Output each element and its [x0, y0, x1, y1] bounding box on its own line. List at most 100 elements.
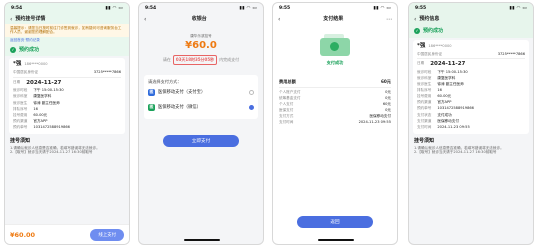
detail-key: 支付渠道	[417, 118, 432, 123]
detail-row: 挂号费用 60.00元	[417, 94, 525, 98]
detail-key: 个人账户支付	[279, 89, 301, 94]
status-success: ✓ 预约成功	[5, 43, 129, 56]
detail-value: 1031472588919866	[437, 106, 474, 111]
detail-value: 康复医学科	[33, 94, 52, 99]
detail-list: 就诊时段 下午 15:00-15:30 就诊科室 康复医学科 就诊医生 徐涛 副主任医师排…	[417, 70, 525, 129]
id-value: 3725*****7866	[93, 70, 121, 75]
back-icon[interactable]: ‹	[414, 16, 416, 23]
detail-row: 挂号费用 60.00元	[13, 113, 121, 117]
detail-value: 0元	[385, 108, 391, 113]
back-icon[interactable]: ‹	[10, 16, 12, 23]
pay-option-wechat[interactable]: 医 医保移动支付（微信）	[148, 100, 254, 115]
id-label: 中国居民身份证	[13, 70, 39, 75]
medical-insurance-icon: 医	[148, 103, 155, 111]
header-area: 9:55 ▮▮ ◠ ▭ ‹ 预约信息 ✓ 预约成功	[409, 3, 533, 38]
detail-key: 就诊医生	[13, 100, 28, 105]
countdown-prefix: 请在	[162, 57, 171, 63]
nav-bar: ‹ 收银台	[139, 14, 263, 24]
visit-date: 2024-11-27	[26, 79, 62, 86]
return-button[interactable]: 返回	[297, 216, 373, 228]
detail-row: 就诊时段 下午 15:00-15:30	[13, 88, 121, 92]
pay-option-label: 医保移动支付（微信）	[158, 105, 201, 111]
bottom-pay-bar: ¥60.00 线上支付	[5, 224, 129, 244]
detail-key: 个人支付	[279, 102, 294, 107]
detail-row: 就诊医生 徐涛 副主任医师	[13, 101, 121, 105]
detail-value: 官方APP	[437, 100, 452, 105]
detail-value: 16	[437, 88, 442, 93]
pay-now-button[interactable]: 立即支付	[163, 134, 239, 147]
radio-selected[interactable]	[249, 104, 254, 110]
detail-row: 排队序号 16	[13, 107, 121, 111]
detail-key: 排队序号	[13, 106, 28, 111]
online-pay-button[interactable]: 线上支付	[90, 228, 124, 241]
detail-row: 预约单号 1031472588919866	[417, 106, 525, 110]
radio-unselected[interactable]	[249, 89, 254, 95]
nav-bar: ‹ 预约挂号详情	[5, 14, 129, 24]
notice-text: 1.请确认就诊人信息是否准确，若填写错误将无法就诊。 2.【取号】就诊当天请于2…	[414, 145, 504, 155]
detail-key: 预约单号	[417, 106, 432, 111]
back-icon[interactable]: ‹	[144, 16, 146, 23]
back-icon[interactable]: ‹	[278, 16, 280, 23]
notice-title: 挂号须知	[10, 137, 31, 144]
patient-name: *强	[13, 61, 22, 68]
check-icon: ✓	[414, 27, 420, 34]
status-bar: 9:55 ▮▮ ◠ ▭	[409, 3, 533, 14]
detail-row: 预约渠道 官方APP	[417, 100, 525, 104]
pay-amount: ¥60.0	[185, 40, 217, 52]
detail-key: 支付时间	[279, 120, 294, 125]
screen-cashier: 9:54 ▮▮ ◠ ▭ ‹ 收银台 康华乐滨挂号 ¥60.0 请在 03天18时…	[138, 2, 264, 245]
detail-key: 就诊医生	[417, 82, 432, 87]
notice-banner: 温馨提示：请您当日按时前往门诊签到就诊，如有疑问可咨询服务台工作人员，谢谢您的理…	[5, 24, 129, 37]
detail-row: 支付渠道 医保移动支付	[417, 119, 525, 123]
detail-key: 就诊时段	[13, 88, 28, 93]
check-icon: ✓	[10, 46, 16, 53]
detail-value: 支付成功	[437, 112, 452, 117]
status-time: 9:54	[11, 6, 23, 11]
detail-key: 支付状态	[417, 112, 432, 117]
medical-insurance-icon: 医	[148, 88, 155, 96]
notice-text: 1.请确认就诊人信息是否准确，若填写错误将无法就诊。 2.【取号】就诊当天请于2…	[10, 145, 100, 155]
signal-wifi-battery-icon: ▮▮ ◠ ▭	[373, 6, 391, 11]
pay-option-alipay[interactable]: 医 医保移动支付（支付宝）	[148, 85, 254, 100]
detail-row: 个人支付 60元	[279, 102, 391, 106]
detail-value: 徐涛 副主任医师	[437, 82, 464, 87]
detail-key: 挂号费用	[13, 112, 28, 117]
screen-appointment-info: 9:55 ▮▮ ◠ ▭ ‹ 预约信息 ✓ 预约成功 *强 186****0000…	[408, 2, 534, 245]
detail-value: 下午 15:00-15:30	[33, 88, 64, 93]
wallet-icon	[316, 32, 354, 58]
card-number: 186****0000	[24, 62, 48, 67]
nav-bar: ‹ 支付结果 ⋯	[273, 14, 397, 24]
detail-row: 就诊科室 康复医学科	[417, 76, 525, 80]
page-title: 支付结果	[323, 15, 344, 22]
detail-key: 就诊时段	[417, 69, 432, 74]
status-text: 预约成功	[19, 47, 40, 54]
detail-value: 康复医学科	[437, 76, 456, 81]
status-time: 9:55	[279, 6, 291, 11]
signal-wifi-battery-icon: ▮▮ ◠ ▭	[509, 6, 527, 11]
status-bar: 9:54 ▮▮ ◠ ▭	[5, 3, 129, 14]
page-title: 收银台	[191, 15, 207, 22]
detail-key: 就诊科室	[13, 94, 28, 99]
divider	[417, 58, 525, 60]
detail-row: 支付状态 支付成功	[417, 113, 525, 117]
countdown: 请在 03天18时35分05秒 内完成支付	[139, 55, 263, 66]
home-indicator	[184, 239, 220, 241]
detail-row: 医保支付 0元	[279, 108, 391, 112]
id-value: 3725*****7866	[497, 51, 525, 56]
detail-value: 1031472588919866	[33, 124, 70, 129]
detail-value: 2024-11-23 09:55	[358, 120, 391, 125]
detail-value: 0元	[385, 95, 391, 100]
page-title: 预约信息	[419, 15, 440, 22]
home-indicator	[318, 239, 354, 241]
result-list: 个人账户支付 0元 统筹基金支付 0元 个人支付 60元 医保支付 0元 支付方式 医保移动支付支…	[279, 90, 391, 125]
detail-row: 支付时间 2024-11-23 09:55	[279, 120, 391, 124]
detail-row: 就诊科室 康复医学科	[13, 94, 121, 98]
detail-key: 排队序号	[417, 88, 432, 93]
divider	[13, 76, 121, 78]
more-icon[interactable]: ⋯	[386, 16, 392, 23]
page-title: 预约挂号详情	[15, 15, 46, 22]
detail-row: 支付时间 2024-11-23 09:55	[417, 125, 525, 129]
id-label: 中国居民身份证	[417, 51, 443, 56]
detail-key: 挂号费用	[417, 94, 432, 99]
price-total: ¥60.00	[10, 230, 36, 239]
